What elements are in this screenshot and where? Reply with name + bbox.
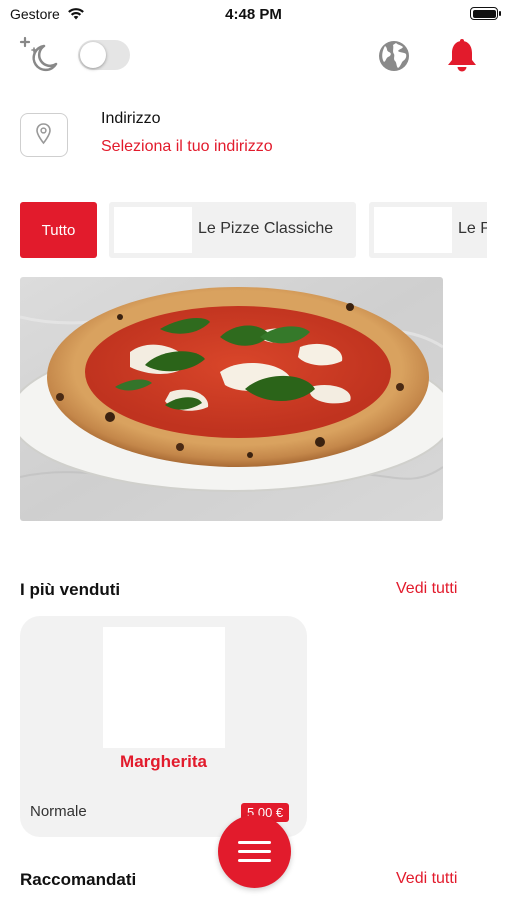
category-label: Le Pizze Speciali [458, 220, 487, 237]
toggle-knob [80, 42, 106, 68]
recommended-see-all[interactable]: Vedi tutti [396, 870, 457, 888]
pizza-photo [20, 277, 443, 521]
tab-category-2[interactable]: Le Pizze Speciali [369, 202, 487, 258]
address-pin-button[interactable] [20, 113, 68, 157]
product-image [103, 627, 225, 748]
theme-toggle[interactable] [78, 40, 130, 70]
category-thumbnail [114, 207, 192, 253]
tab-all[interactable]: Tutto [20, 202, 97, 258]
category-tabs: Tutto Le Pizze Classiche Le Pizze Specia… [20, 202, 487, 258]
globe-icon[interactable] [377, 39, 411, 73]
best-sellers-see-all[interactable]: Vedi tutti [396, 580, 457, 598]
product-card[interactable]: Margherita Normale 5,00 € [20, 616, 307, 837]
moon-stars-icon [19, 36, 58, 72]
best-sellers-title: I più venduti [20, 580, 121, 599]
address-title: Indirizzo [101, 110, 161, 127]
category-thumbnail [374, 207, 452, 253]
category-label: Le Pizze Classiche [198, 220, 334, 237]
menu-fab-button[interactable] [218, 815, 291, 888]
status-time: 4:48 PM [225, 6, 282, 23]
product-size: Normale [30, 803, 87, 820]
recommended-title: Raccomandati [20, 870, 137, 889]
battery-icon [470, 7, 501, 20]
bell-icon[interactable] [445, 38, 479, 74]
product-name: Margherita [120, 752, 207, 771]
location-pin-icon [36, 123, 51, 145]
select-address-link[interactable]: Seleziona il tuo indirizzo [101, 138, 273, 156]
hero-pizza-image[interactable] [20, 277, 443, 521]
tab-le-pizze-classiche[interactable]: Le Pizze Classiche [109, 202, 356, 258]
